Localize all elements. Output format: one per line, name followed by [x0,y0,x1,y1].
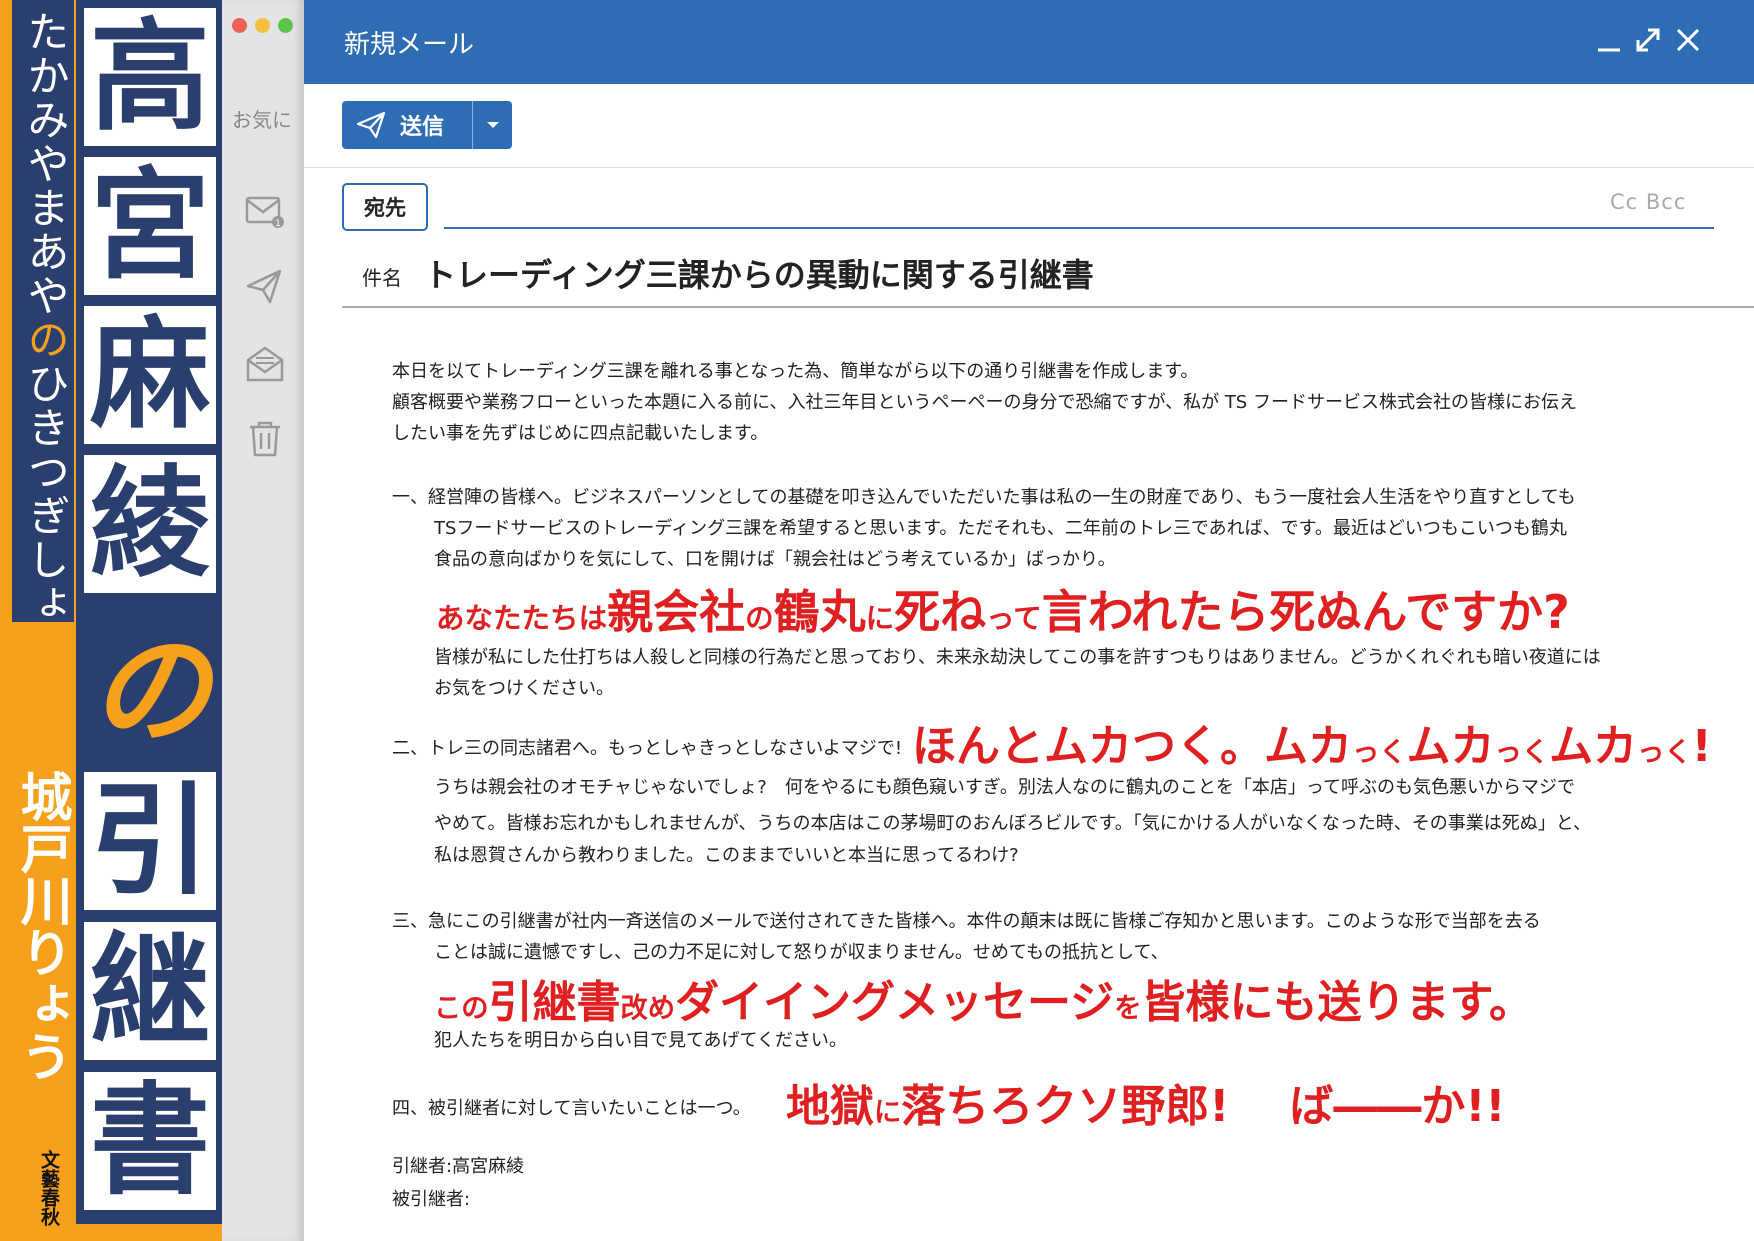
cover-title-char: 継 [82,920,218,1062]
body-line: 私は恩賀さんから教わりました。このままでいいと本当に思ってるわけ? [434,845,1019,866]
cover-title-char: 引 [82,770,218,912]
body-line: TSフードサービスのトレーディング三課を希望すると思います。ただそれも、二年前の… [434,518,1567,539]
cover-title-char: 高 [82,6,218,148]
compose-titlebar: 新規メール [304,0,1754,84]
subject-field[interactable]: トレーディング三課からの異動に関する引継書 [424,250,1094,296]
subject-row[interactable]: 件名 トレーディング三課からの異動に関する引継書 [342,240,1754,308]
shout-3: この引継書改めダイイングメッセージを皆様にも送ります。 [434,977,1534,1028]
cc-bcc-button[interactable]: Cc Bcc [1610,190,1686,214]
body-line: やめて。皆様お忘れかもしれませんが、うちの本店はこの茅場町のおんぼろビルです。「… [434,813,1592,834]
shout-1: あなたたちは親会社の鶴丸に死ねって言われたら死ぬんですか? [436,585,1570,639]
mail-sidebar [222,0,304,1241]
subject-label: 件名 [362,266,402,290]
chevron-down-icon [486,122,499,128]
expand-icon[interactable] [1630,22,1666,58]
inbox-icon[interactable]: 1 [244,192,286,232]
compose-toolbar: 送信 [304,84,1754,168]
window-close-dot[interactable] [232,18,247,33]
cover-publisher: 文藝春秋 [38,1150,60,1226]
inbox-badge: 1 [275,219,281,229]
window-minimize-dot[interactable] [255,18,270,33]
send-options-button[interactable] [472,101,512,149]
body-line: 二、トレ三の同志諸君へ。もっとしゃきっとしなさいよマジで! [392,738,903,759]
sent-icon[interactable] [244,266,286,306]
body-line: 食品の意向ばかりを気にして、口を開けば「親会社はどう考えているか」ばっかり。 [434,549,1116,570]
shout-4: 地獄に落ちろクソ野郎! ば――か!! [786,1081,1506,1132]
cover-author: 城戸川りょう [11,770,71,1082]
window-title: 新規メール [344,30,475,60]
body-line: 顧客概要や業務フローといった本題に入る前に、入社三年目というペーペーの身分で恐縮… [392,392,1577,413]
trash-icon[interactable] [244,418,286,458]
body-line: ことは誠に遺憾ですし、己の力不足に対して怒りが収まりません。せめてもの抵抗として… [434,942,1169,963]
window-zoom-dot[interactable] [278,18,293,33]
body-line: 一、経営陣の皆様へ。ビジネスパーソンとしての基礎を叩き込んでいただいた事は私の一… [392,487,1576,508]
body-line: 本日を以てトレーディング三課を離れる事となった為、簡単ながら以下の通り引継書を作… [392,361,1199,382]
body-line: 皆様が私にした仕打ちは人殺しと同様の行為だと思っており、未来永劫決してこの事を許… [434,647,1601,668]
opened-mail-icon[interactable] [244,344,286,384]
send-icon [356,111,386,139]
body-line: 三、急にこの引継書が社内一斉送信のメールで送付されてきた皆様へ。本件の顛末は既に… [392,911,1541,932]
to-button[interactable]: 宛先 [342,183,428,231]
send-button[interactable]: 送信 [342,101,472,149]
cover-subtitle: たかみやまあやのひきつぎしょ [21,10,70,626]
compose-window: 新規メール 送信 宛先 Cc Bcc 件名 トレーディング三課からの異動に関する… [304,0,1754,1241]
close-icon[interactable] [1670,22,1706,58]
shout-2: ほんとムカつく。ムカっくムカっくムカっく! [912,721,1712,772]
signature-recipient: 被引継者: [392,1189,471,1210]
body-line: お気をつけください。 [434,678,614,699]
cover-title-char: の [82,620,218,762]
body-line: うちは親会社のオモチャじゃないでしょ? 何をやるにも顔色窺いすぎ。別法人なのに鶴… [434,777,1576,798]
body-line: 犯人たちを明日から白い目で見てあげてください。 [434,1030,847,1051]
body-line: 四、被引継者に対して言いたいことは一つ。 [392,1098,751,1119]
book-cover: たかみやまあやのひきつぎしょ 高 宮 麻 綾 の 引 継 書 城戸川りょう 文藝… [0,0,222,1241]
favorites-label: お気に [232,108,292,132]
cover-title-char: 書 [82,1070,218,1212]
cover-title-char: 麻 [82,304,218,446]
cover-title-char: 綾 [82,453,218,595]
send-label: 送信 [400,115,445,140]
minimize-icon[interactable] [1592,22,1628,58]
signature-sender: 引継者:高宮麻綾 [392,1156,525,1177]
to-input[interactable] [444,183,1714,229]
cover-title-char: 宮 [82,155,218,297]
body-line: したい事を先ずはじめに四点記載いたします。 [392,423,769,444]
